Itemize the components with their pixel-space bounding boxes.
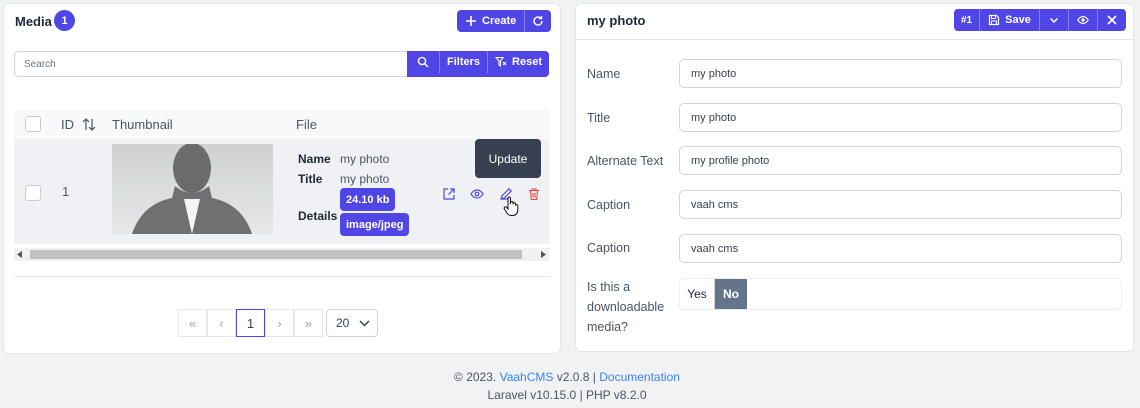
search-input[interactable]	[14, 51, 408, 77]
field-label-title: Title	[587, 111, 611, 125]
column-thumbnail: Thumbnail	[112, 117, 173, 132]
prev-page-button[interactable]: ‹	[207, 309, 236, 337]
per-page-value: 20	[336, 316, 350, 330]
file-title-value: my photo	[340, 172, 390, 186]
table-row[interactable]: 1 Name my photo Title my photo Details 2…	[14, 139, 549, 244]
search-row: Filters Reset	[14, 51, 549, 77]
footer-version: v2.0.8 |	[556, 370, 596, 384]
id-badge-button[interactable]: #1	[954, 9, 979, 31]
preview-button[interactable]	[1067, 9, 1097, 31]
search-button-group: Filters Reset	[407, 51, 549, 77]
field-label-alt-text: Alternate Text	[587, 154, 664, 168]
alt-text-input[interactable]: my profile photo	[679, 146, 1122, 175]
column-file: File	[296, 117, 317, 132]
scroll-right-icon[interactable]	[540, 251, 546, 258]
search-icon	[417, 56, 429, 68]
create-button-group: Create	[457, 10, 552, 32]
file-details-label: Details	[298, 209, 338, 223]
detail-toolbar: #1 Save	[954, 9, 1126, 31]
caption-input-2[interactable]: vaah cms	[679, 234, 1122, 263]
row-checkbox[interactable]	[25, 185, 41, 201]
field-label-caption-2: Caption	[587, 241, 631, 255]
filters-label: Filters	[447, 56, 481, 68]
column-id-label: ID	[61, 117, 74, 132]
chevron-down-icon	[1049, 17, 1058, 24]
divider	[14, 276, 549, 277]
floppy-disk-icon	[989, 14, 1000, 26]
vaahcms-link[interactable]: VaahCMS	[500, 370, 554, 384]
create-label: Create	[482, 15, 517, 27]
field-label-downloadable: Is this a downloadable media?	[587, 280, 665, 334]
media-detail-panel: my photo #1 Save Name my photo Title my …	[575, 3, 1134, 352]
row-id: 1	[62, 184, 70, 199]
next-page-button[interactable]: ›	[265, 309, 294, 337]
close-icon	[1107, 15, 1117, 25]
first-page-button[interactable]: «	[178, 309, 207, 337]
plus-icon	[466, 16, 476, 26]
search-button[interactable]	[407, 51, 439, 73]
horizontal-scrollbar[interactable]	[14, 248, 549, 261]
scroll-left-icon[interactable]	[17, 251, 23, 258]
save-button[interactable]: Save	[979, 9, 1039, 31]
toggle-no[interactable]: No	[715, 279, 747, 309]
caption-input[interactable]: vaah cms	[679, 190, 1122, 219]
update-tooltip: Update	[475, 139, 541, 178]
header-divider	[576, 39, 1133, 40]
detail-title: my photo	[587, 13, 646, 28]
footer-copyright: © 2023.	[454, 370, 497, 384]
filter-clear-icon	[495, 56, 507, 68]
create-button[interactable]: Create	[457, 10, 524, 32]
reset-button[interactable]: Reset	[487, 51, 549, 73]
column-id[interactable]: ID	[61, 117, 96, 132]
chevron-down-icon	[359, 319, 370, 327]
save-options-dropdown[interactable]	[1038, 9, 1068, 31]
size-badge: 24.10 kb	[340, 188, 396, 211]
reset-label: Reset	[512, 56, 542, 68]
documentation-link[interactable]: Documentation	[599, 370, 680, 384]
save-label: Save	[1005, 14, 1031, 26]
file-name-value: my photo	[340, 152, 390, 166]
count-badge: 1	[54, 10, 75, 31]
eye-icon	[1076, 16, 1089, 24]
eye-icon[interactable]	[470, 187, 484, 201]
table-header: ID Thumbnail File	[14, 110, 549, 139]
hand-cursor-icon	[503, 196, 519, 216]
name-input[interactable]: my photo	[679, 59, 1122, 88]
field-label-name: Name	[587, 67, 621, 81]
downloadable-toggle: Yes No	[679, 278, 1122, 310]
file-title-label: Title	[298, 172, 323, 186]
scrollbar-thumb[interactable]	[30, 250, 522, 259]
thumbnail-image[interactable]	[112, 144, 273, 234]
title-input[interactable]: my photo	[679, 103, 1122, 132]
sort-icon	[82, 118, 96, 131]
pagination: « ‹ 1 › »	[178, 309, 323, 337]
toggle-yes[interactable]: Yes	[680, 279, 715, 309]
filters-button[interactable]: Filters	[439, 51, 487, 73]
external-link-icon[interactable]	[442, 187, 456, 201]
footer-stack: Laravel v10.15.0 | PHP v8.2.0	[487, 388, 647, 402]
file-name-label: Name	[298, 152, 331, 166]
trash-icon[interactable]	[527, 187, 541, 201]
chevron-right-icon: ›	[277, 315, 282, 331]
double-chevron-right-icon: »	[304, 315, 313, 331]
panel-title: Media	[15, 14, 52, 29]
select-all-checkbox[interactable]	[25, 116, 41, 132]
field-label-caption: Caption	[587, 198, 631, 212]
refresh-icon	[533, 16, 543, 26]
chevron-left-icon: ‹	[219, 315, 224, 331]
refresh-button[interactable]	[524, 10, 551, 32]
double-chevron-left-icon: «	[188, 315, 197, 331]
mime-badge: image/jpeg	[340, 213, 410, 236]
close-button[interactable]	[1096, 9, 1126, 31]
per-page-select[interactable]: 20	[326, 309, 378, 337]
page-button-current[interactable]: 1	[236, 309, 265, 337]
footer-credits: © 2023. VaahCMS v2.0.8 | Documentation	[0, 370, 1137, 384]
person-silhouette-icon	[132, 144, 252, 234]
media-list-panel: Media 1 Create Filters Reset ID	[3, 3, 561, 354]
last-page-button[interactable]: »	[294, 309, 323, 337]
